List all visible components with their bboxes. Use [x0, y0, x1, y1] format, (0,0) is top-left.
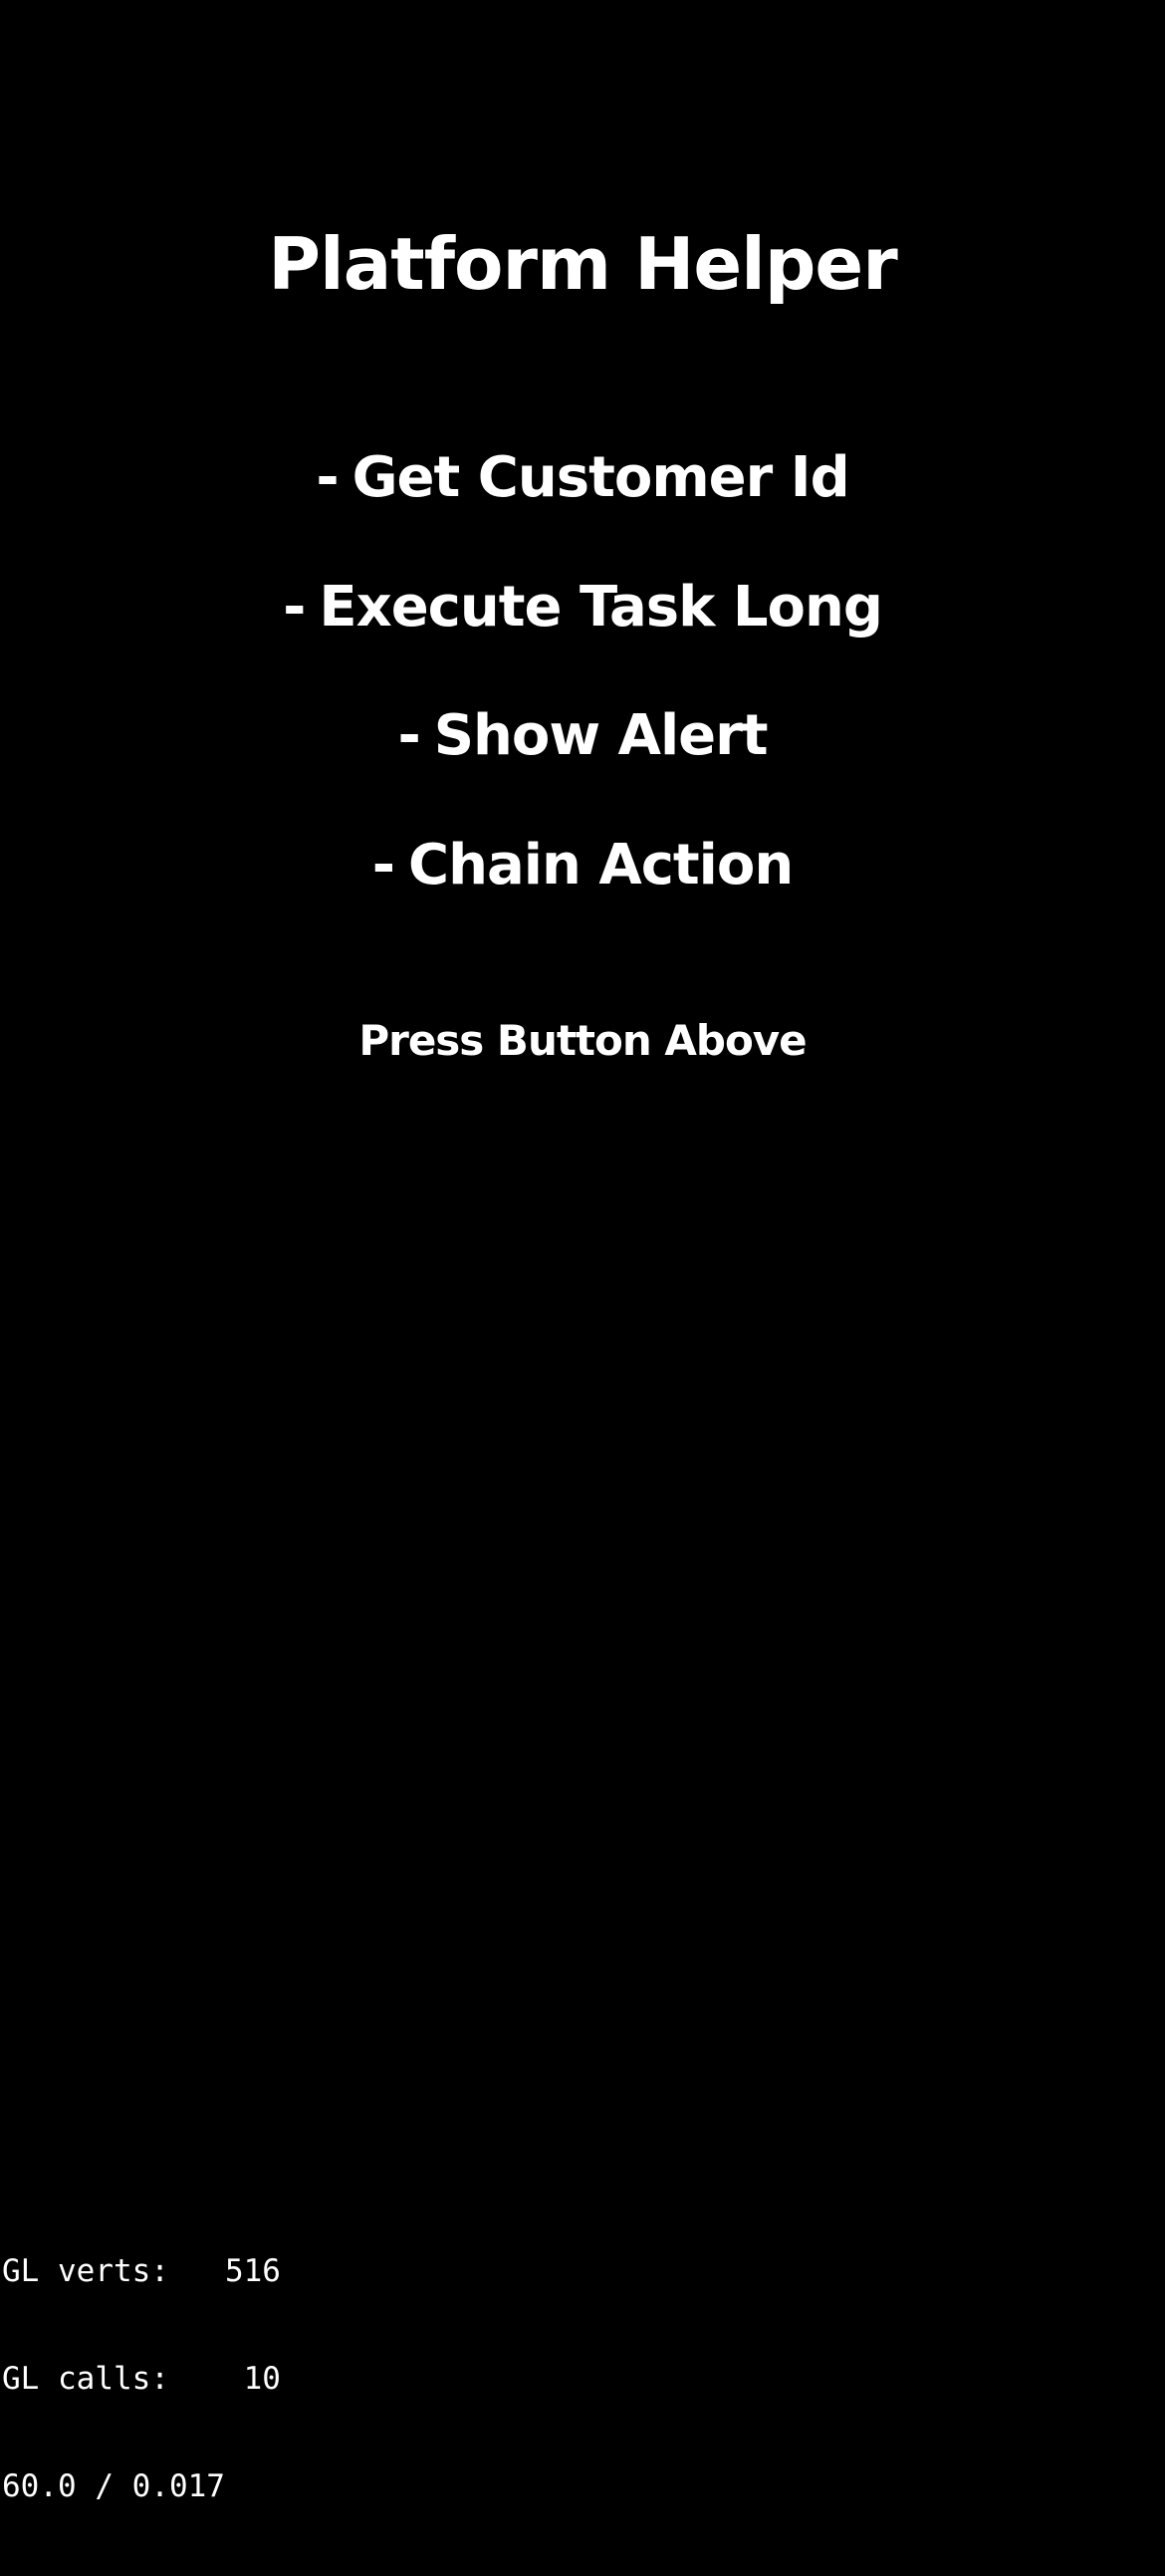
page-title: Platform Helper — [268, 222, 898, 306]
menu-item-dash: - — [316, 445, 339, 510]
app-screen: Platform Helper - Get Customer Id - Execut… — [0, 0, 1165, 2522]
gl-calls-stat: GL calls: 10 — [2, 2361, 281, 2397]
chain-action-button[interactable]: - Chain Action — [0, 811, 1165, 920]
menu-item-label: Get Customer Id — [351, 445, 850, 510]
menu-item-dash: - — [397, 703, 420, 768]
status-text: Press Button Above — [358, 1016, 807, 1065]
debug-stats-overlay: GL verts: 516 GL calls: 10 60.0 / 0.017 — [2, 2182, 281, 2576]
fps-stat: 60.0 / 0.017 — [2, 2468, 225, 2504]
gl-verts-stat: GL verts: 516 — [2, 2253, 281, 2289]
menu-item-dash: - — [283, 575, 306, 640]
menu-item-label: Show Alert — [433, 703, 769, 768]
menu-item-label: Chain Action — [408, 833, 794, 898]
execute-task-long-button[interactable]: - Execute Task Long — [0, 553, 1165, 662]
menu-item-label: Execute Task Long — [319, 575, 883, 640]
show-alert-button[interactable]: - Show Alert — [0, 681, 1165, 791]
get-customer-id-button[interactable]: - Get Customer Id — [0, 423, 1165, 533]
menu-item-dash: - — [371, 833, 395, 898]
